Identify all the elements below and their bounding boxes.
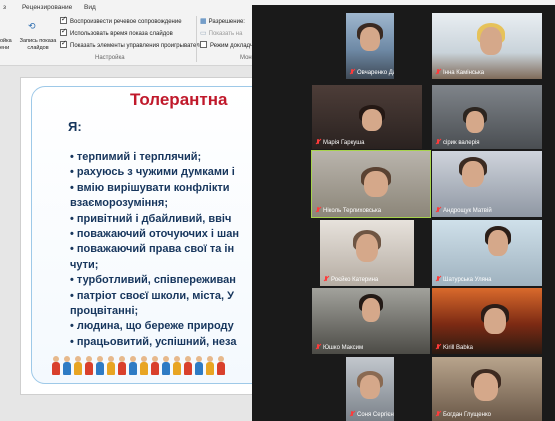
checkbox-icon — [200, 41, 207, 48]
setup-show-button[interactable]: ойка ени — [0, 38, 18, 52]
participant-name-label: сірик валерія — [443, 140, 480, 146]
participant-tile[interactable]: Соня Сергієнко — [346, 357, 394, 421]
participant-name-label: Богдан Глущенко — [443, 412, 491, 418]
participant-name-label: Kirill Babka — [443, 345, 474, 351]
participant-name: сірик валерія — [435, 139, 482, 147]
participant-tile[interactable]: Марія Гаркуша — [312, 85, 422, 149]
participant-face — [356, 234, 378, 262]
participant-tile[interactable]: Юшко Максим — [312, 288, 430, 354]
participant-face — [466, 111, 484, 133]
record-slideshow-button[interactable]: Запись показа слайдов — [18, 38, 58, 52]
record-icon: ⟲ — [28, 21, 36, 31]
participant-tile[interactable]: Ніколь Терлиховська — [311, 150, 431, 218]
resolution-dropdown[interactable]: ▦ Разрешение: — [200, 17, 245, 27]
mic-muted-icon — [315, 207, 321, 213]
checkbox-icon — [60, 15, 67, 25]
ribbon-separator — [196, 16, 197, 62]
check-media-controls[interactable]: Показать элементы управления проигрывате… — [60, 39, 207, 51]
participant-tile[interactable]: Богдан Глущенко — [432, 357, 542, 421]
participant-name-label: Овчаренко Даніїл — [357, 70, 394, 76]
participant-face — [360, 375, 380, 399]
participant-name-label: Ніколь Терлиховська — [323, 208, 382, 214]
slide-bullet-item: чути; — [70, 258, 99, 271]
tab-partial[interactable]: з — [3, 4, 6, 11]
mic-muted-icon — [435, 207, 441, 213]
participant-face — [362, 298, 380, 322]
mic-muted-icon — [323, 276, 329, 282]
participant-name: Марія Гаркуша — [315, 139, 366, 147]
participant-face — [364, 171, 388, 197]
participant-face — [484, 308, 506, 334]
participant-tile[interactable]: Kirill Babka — [432, 288, 542, 354]
mic-muted-icon — [349, 69, 355, 75]
slide-bullet-item: • привітний і дбайливий, ввіч — [70, 212, 232, 225]
monitor-icon: ▦ — [200, 18, 207, 25]
mic-muted-icon — [435, 344, 441, 350]
show-on-dropdown[interactable]: ▭ Показать на — [200, 29, 242, 39]
participant-face — [360, 27, 380, 51]
participant-name-label: Юшко Максим — [323, 345, 364, 351]
participant-name: Соня Сергієнко — [349, 411, 394, 419]
participant-name-label: Соня Сергієнко — [357, 412, 394, 418]
participant-name: Юшко Максим — [315, 344, 365, 352]
slide-bullet-item: • поважаючий права свої та ін — [70, 243, 235, 256]
slide-subtitle: Я: — [68, 119, 82, 134]
participant-face — [480, 27, 502, 55]
check-narration[interactable]: Воспроизвести речевое сопровождение — [60, 15, 182, 27]
slide-bullet-item: • рахуюсь з чужими думками і — [70, 166, 235, 179]
participant-tile[interactable]: Овчаренко Даніїл — [346, 13, 394, 79]
mic-muted-icon — [349, 411, 355, 417]
mic-muted-icon — [435, 276, 441, 282]
checkbox-icon — [60, 39, 67, 49]
slide-bullet-item: • вмію вирішувати конфлікти — [70, 181, 230, 194]
participant-name-label: Марія Гаркуша — [323, 140, 365, 146]
slide-bullet-list: • терпимий і терплячий; • рахуюсь з чужим… — [70, 150, 270, 350]
slide-bullet-item: • патріот своєї школи, міста, У — [70, 289, 235, 302]
participant-name-label: Роєйко Катерина — [331, 277, 379, 283]
participant-name: Шатурська Уляна — [435, 276, 494, 284]
slide-bullet-item: взаєморозуміння; — [70, 197, 169, 210]
participant-face — [488, 230, 508, 256]
participant-name: Андрощук Матвій — [435, 207, 494, 215]
participant-tile[interactable]: Роєйко Катерина — [320, 220, 414, 286]
mic-muted-icon — [315, 139, 321, 145]
slide-bullet-item: • працьовитий, успішний, неза — [70, 335, 237, 348]
participant-name: Ніколь Терлиховська — [315, 207, 383, 215]
slide-bullet-item: • терпимий і терплячий; — [70, 151, 202, 163]
participant-face — [362, 109, 382, 131]
slide-bullet-item: • поважаючий оточуючих і шан — [70, 228, 239, 241]
slide-title: Толерантна — [130, 90, 228, 109]
display-icon: ▭ — [200, 30, 207, 37]
participant-tile[interactable]: Шатурська Уляна — [432, 220, 542, 286]
mic-muted-icon — [435, 411, 441, 417]
tab-view[interactable]: Вид — [84, 4, 96, 11]
participant-name: Kirill Babka — [435, 344, 475, 352]
participant-tile[interactable]: сірик валерія — [432, 85, 542, 149]
slide-bullet-item: • людина, що береже природу — [70, 320, 234, 333]
children-decoration-image — [52, 356, 252, 378]
mic-muted-icon — [435, 69, 441, 75]
checkbox-icon — [60, 27, 67, 37]
mic-muted-icon — [435, 139, 441, 145]
group-label-setup: Настройка — [95, 55, 125, 61]
participant-name-label: Шатурська Уляна — [443, 277, 492, 283]
mic-muted-icon — [315, 344, 321, 350]
participant-face — [462, 161, 484, 187]
participant-face — [474, 373, 498, 401]
participant-name-label: Інна Камінська — [443, 70, 485, 76]
check-timings[interactable]: Использовать время показа слайдов — [60, 27, 173, 39]
participant-tile[interactable]: Інна Камінська — [432, 13, 542, 79]
participant-tile[interactable]: Андрощук Матвій — [432, 151, 542, 217]
tab-review[interactable]: Рецензирование — [22, 4, 72, 11]
participant-name: Інна Камінська — [435, 69, 486, 77]
participant-name-label: Андрощук Матвій — [443, 208, 492, 214]
slide-bullet-item: процвітанні; — [70, 305, 139, 318]
participant-name: Роєйко Катерина — [323, 276, 380, 284]
slide-bullet-item: • турботливий, співпереживан — [70, 274, 236, 287]
video-gallery: Овчаренко Даніїл Інна Камінська Марія Гарк… — [252, 5, 555, 421]
participant-name: Овчаренко Даніїл — [349, 69, 394, 77]
check-presenter-view[interactable]: Режим докладч — [200, 41, 253, 51]
participant-name: Богдан Глущенко — [435, 411, 493, 419]
